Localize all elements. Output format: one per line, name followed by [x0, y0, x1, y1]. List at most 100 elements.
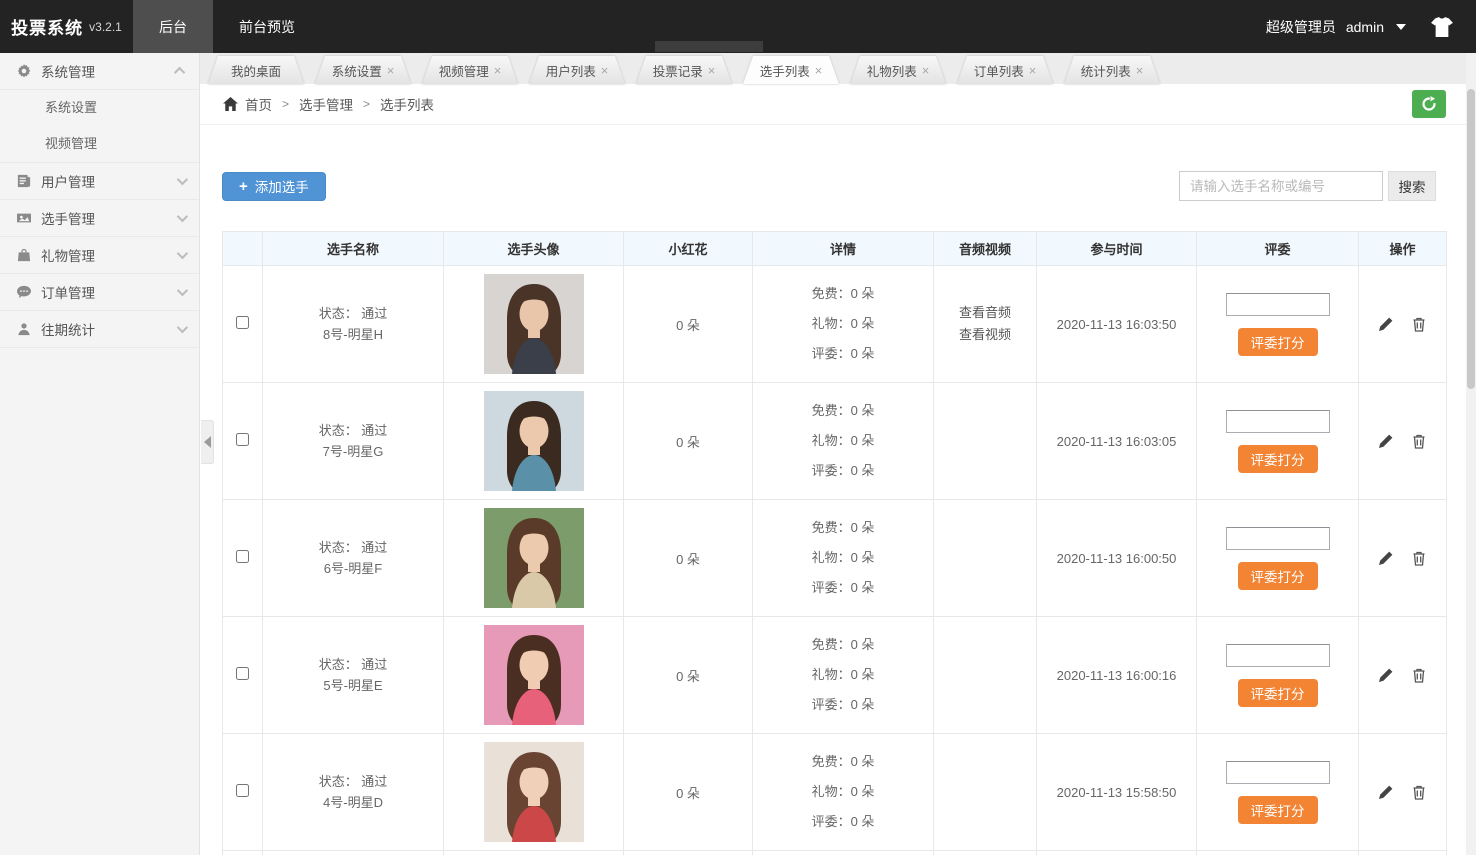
flower-count: 0 朵 — [624, 266, 753, 383]
sidebar-item-system-management[interactable]: 系统管理 — [0, 53, 199, 90]
row-checkbox[interactable] — [236, 433, 249, 446]
close-icon[interactable]: × — [815, 64, 823, 77]
close-icon[interactable]: × — [922, 64, 930, 77]
detail-cell: 免费：0 朵 礼物：0 朵 评委：0 朵 — [753, 500, 934, 617]
player-name: 6号-明星F — [263, 558, 443, 579]
search-button[interactable]: 搜索 — [1388, 171, 1436, 201]
tab-system-settings[interactable]: 系统设置× — [315, 56, 411, 84]
score-input[interactable] — [1226, 410, 1330, 433]
close-icon[interactable]: × — [1029, 64, 1037, 77]
detail-cell: 免费：0 朵 礼物：0 朵 评委：0 朵 — [753, 266, 934, 383]
table-row: 状态： 通过 5号-明星E — [223, 617, 1447, 734]
close-icon[interactable]: × — [708, 64, 716, 77]
table-row — [223, 851, 1447, 855]
sidebar-item-gift-management[interactable]: 礼物管理 — [0, 237, 199, 274]
header-red-flower: 小红花 — [624, 232, 753, 266]
sidebar-subitem-video-management[interactable]: 视频管理 — [0, 126, 199, 162]
row-checkbox[interactable] — [236, 784, 249, 797]
collapse-arrow-icon — [204, 436, 211, 448]
tab-statistics-list[interactable]: 统计列表× — [1064, 56, 1160, 84]
tab-video-management[interactable]: 视频管理× — [422, 56, 518, 84]
detail-judge: 评委：0 朵 — [812, 456, 875, 486]
tab-gift-list[interactable]: 礼物列表× — [850, 56, 946, 84]
player-name-cell: 状态： 通过 8号-明星H — [263, 266, 444, 383]
sidebar-item-label: 订单管理 — [41, 282, 177, 302]
nav-backend[interactable]: 后台 — [133, 0, 213, 53]
join-time: 2020-11-13 16:03:05 — [1037, 383, 1197, 500]
tab-user-list[interactable]: 用户列表× — [529, 56, 625, 84]
breadcrumb-player-list[interactable]: 选手列表 — [380, 94, 434, 114]
breadcrumb-separator: > — [363, 97, 370, 111]
row-checkbox[interactable] — [236, 316, 249, 329]
edit-pencil-icon[interactable] — [1378, 550, 1394, 566]
detail-judge: 评委：0 朵 — [812, 807, 875, 837]
close-icon[interactable]: × — [387, 64, 395, 77]
score-input[interactable] — [1226, 644, 1330, 667]
detail-cell: 免费：0 朵 礼物：0 朵 评委：0 朵 — [753, 734, 934, 851]
sidebar-item-player-management[interactable]: 选手管理 — [0, 200, 199, 237]
join-time: 2020-11-13 16:03:50 — [1037, 266, 1197, 383]
actions-cell — [1359, 383, 1447, 500]
home-icon — [223, 97, 238, 111]
delete-trash-icon[interactable] — [1411, 784, 1427, 800]
judge-score-button[interactable]: 评委打分 — [1238, 679, 1318, 707]
tab-vote-records[interactable]: 投票记录× — [636, 56, 732, 84]
user-role: 超级管理员 — [1266, 17, 1336, 37]
flower-count: 0 朵 — [624, 617, 753, 734]
view-audio-link[interactable]: 查看音频 — [934, 302, 1036, 324]
tab-player-list[interactable]: 选手列表× — [743, 56, 839, 84]
breadcrumb-player-management[interactable]: 选手管理 — [299, 94, 353, 114]
scrollbar-thumb[interactable] — [1467, 89, 1475, 389]
sidebar-item-user-management[interactable]: 用户管理 — [0, 163, 199, 200]
app-version: v3.2.1 — [89, 20, 122, 34]
judge-score-button[interactable]: 评委打分 — [1238, 328, 1318, 356]
username-dropdown[interactable]: admin — [1346, 19, 1384, 35]
view-video-link[interactable]: 查看视频 — [934, 324, 1036, 346]
header-player-name: 选手名称 — [263, 232, 444, 266]
chevron-down-icon[interactable] — [1396, 24, 1406, 30]
delete-trash-icon[interactable] — [1411, 433, 1427, 449]
sidebar-collapse-handle[interactable] — [201, 420, 214, 464]
delete-trash-icon[interactable] — [1411, 316, 1427, 332]
score-input[interactable] — [1226, 293, 1330, 316]
main-area: 我的桌面 系统设置× 视频管理× 用户列表× 投票记录× 选手列表× 礼物列表×… — [200, 53, 1466, 855]
tab-my-desktop[interactable]: 我的桌面 — [208, 56, 304, 84]
close-icon[interactable]: × — [1136, 64, 1144, 77]
theme-tshirt-icon[interactable] — [1430, 17, 1454, 37]
edit-pencil-icon[interactable] — [1378, 784, 1394, 800]
row-checkbox[interactable] — [236, 550, 249, 563]
header-checkbox-col — [223, 232, 263, 266]
score-input[interactable] — [1226, 761, 1330, 784]
table-row: 状态： 通过 8号-明星H — [223, 266, 1447, 383]
edit-pencil-icon[interactable] — [1378, 433, 1394, 449]
detail-cell: 免费：0 朵 礼物：0 朵 评委：0 朵 — [753, 383, 934, 500]
sidebar-item-past-statistics[interactable]: 往期统计 — [0, 311, 199, 348]
score-input[interactable] — [1226, 527, 1330, 550]
judge-cell: 评委打分 — [1197, 266, 1359, 383]
judge-score-button[interactable]: 评委打分 — [1238, 562, 1318, 590]
sidebar-item-order-management[interactable]: 订单管理 — [0, 274, 199, 311]
close-icon[interactable]: × — [601, 64, 609, 77]
flower-count: 0 朵 — [624, 500, 753, 617]
add-player-button[interactable]: + 添加选手 — [222, 172, 326, 201]
edit-pencil-icon[interactable] — [1378, 316, 1394, 332]
detail-free: 免费：0 朵 — [812, 630, 875, 660]
judge-score-button[interactable]: 评委打分 — [1238, 445, 1318, 473]
sidebar-subitem-system-settings[interactable]: 系统设置 — [0, 90, 199, 126]
breadcrumb-home[interactable]: 首页 — [245, 94, 272, 114]
delete-trash-icon[interactable] — [1411, 667, 1427, 683]
content: + 添加选手 搜索 选手名称 选手头像 — [200, 125, 1466, 855]
refresh-button[interactable] — [1412, 90, 1446, 118]
plus-icon: + — [239, 178, 248, 195]
delete-trash-icon[interactable] — [1411, 550, 1427, 566]
actions-cell — [1359, 500, 1447, 617]
tab-order-list[interactable]: 订单列表× — [957, 56, 1053, 84]
judge-score-button[interactable]: 评委打分 — [1238, 796, 1318, 824]
close-icon[interactable]: × — [494, 64, 502, 77]
nav-front-preview[interactable]: 前台预览 — [213, 0, 321, 53]
row-checkbox[interactable] — [236, 667, 249, 680]
search-input[interactable] — [1179, 171, 1383, 201]
join-time: 2020-11-13 16:00:16 — [1037, 617, 1197, 734]
edit-pencil-icon[interactable] — [1378, 667, 1394, 683]
detail-cell: 免费：0 朵 礼物：0 朵 评委：0 朵 — [753, 617, 934, 734]
